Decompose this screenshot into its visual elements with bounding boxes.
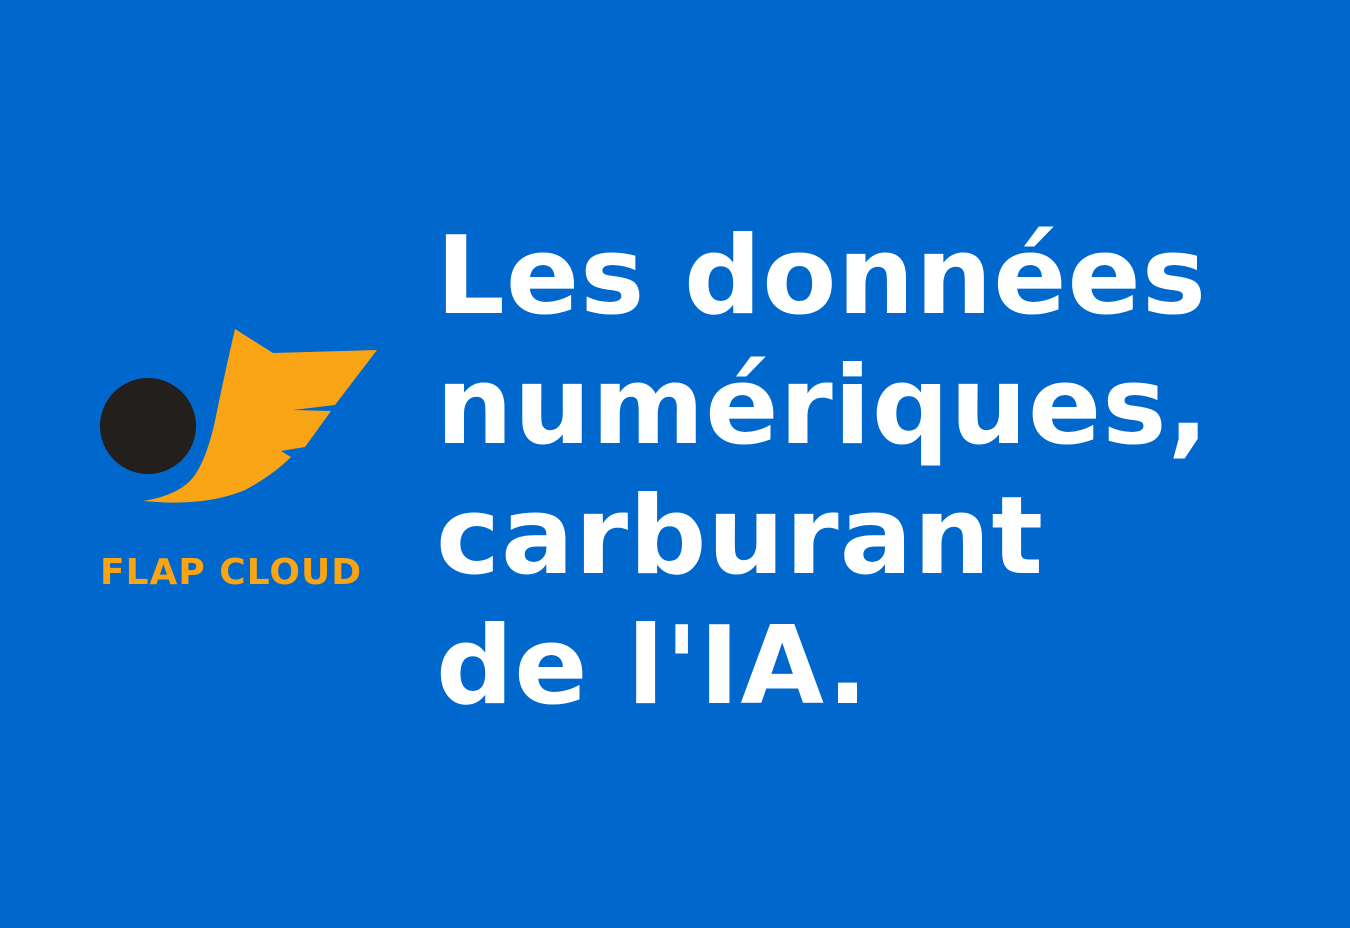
flap-cloud-wing-logo-icon <box>100 329 377 503</box>
brand-name: FLAP CLOUD <box>100 552 363 593</box>
headline: Les données numériques, carburant de l'I… <box>436 212 1326 732</box>
headline-line-2: numériques, <box>436 344 1210 469</box>
banner: FLAP CLOUD Les données numériques, carbu… <box>0 0 1350 928</box>
headline-line-3: carburant <box>436 474 1045 599</box>
headline-line-1: Les données <box>436 214 1208 339</box>
logo-dark-circle <box>100 378 196 474</box>
brand-logo: FLAP CLOUD <box>95 325 385 600</box>
headline-line-4: de l'IA. <box>436 604 870 729</box>
